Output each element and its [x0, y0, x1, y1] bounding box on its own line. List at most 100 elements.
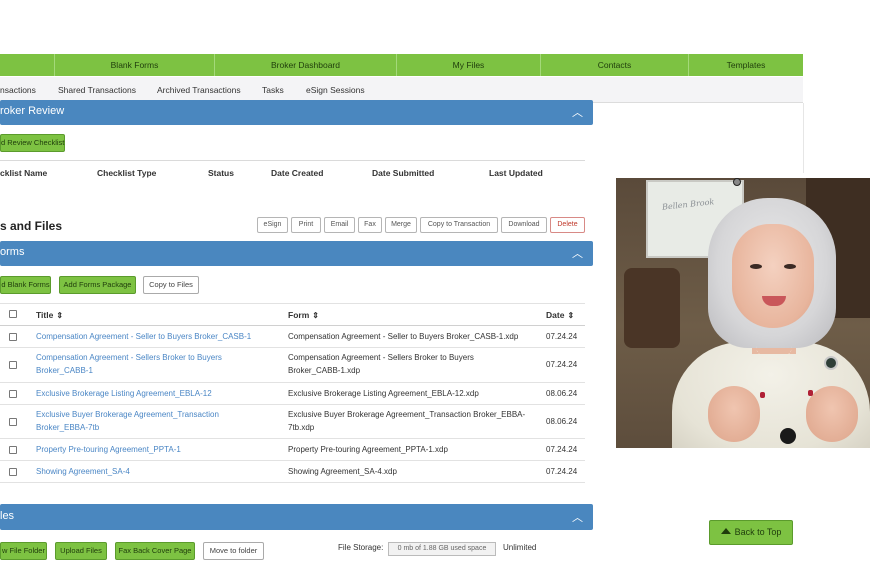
- row-title-link[interactable]: Broker_EBBA-7tb: [36, 421, 99, 434]
- download-button[interactable]: Download: [501, 217, 547, 233]
- row-checkbox[interactable]: [9, 418, 17, 426]
- nav-item-transactions[interactable]: [0, 54, 54, 76]
- divider: [0, 438, 585, 439]
- col-title[interactable]: Title ⇕: [36, 310, 63, 320]
- divider: [0, 460, 585, 461]
- row-title-link[interactable]: Broker_CABB-1: [36, 364, 93, 377]
- sort-icon[interactable]: ⇕: [567, 311, 574, 320]
- broker-review-bar[interactable]: roker Review ︿: [0, 100, 593, 125]
- select-all-checkbox[interactable]: [9, 310, 17, 318]
- add-blank-forms-button[interactable]: d Blank Forms: [0, 276, 51, 294]
- row-title-link[interactable]: Property Pre-touring Agreement_PPTA-1: [36, 443, 181, 456]
- row-form-name: Property Pre-touring Agreement_PPTA-1.xd…: [288, 445, 448, 454]
- row-date: 07.24.24: [546, 445, 578, 454]
- add-forms-package-button[interactable]: Add Forms Package: [59, 276, 136, 294]
- row-date: 07.24.24: [546, 360, 578, 369]
- row-form-name: Broker_CABB-1.xdp: [288, 366, 361, 375]
- divider: [0, 482, 585, 483]
- row-date: 08.06.24: [546, 417, 578, 426]
- top-nav: Blank Forms Broker Dashboard My Files Co…: [0, 54, 803, 76]
- nav-item-templates[interactable]: Templates: [688, 54, 803, 76]
- divider: [0, 382, 585, 383]
- subnav-transactions[interactable]: nsactions: [0, 85, 36, 95]
- files-title: les: [0, 510, 15, 522]
- subnav-shared-transactions[interactable]: Shared Transactions: [58, 85, 136, 95]
- divider: [0, 160, 585, 161]
- copy-to-files-button[interactable]: Copy to Files: [143, 276, 199, 294]
- row-title-link[interactable]: Compensation Agreement - Sellers Broker …: [36, 351, 222, 364]
- col-last-updated: Last Updated: [489, 168, 543, 178]
- back-to-top-label: Back to Top: [734, 527, 782, 537]
- row-form-name: Compensation Agreement - Sellers Broker …: [288, 353, 474, 362]
- new-file-folder-button[interactable]: w File Folder: [0, 542, 47, 560]
- caret-up-icon: [720, 528, 731, 534]
- row-title-link[interactable]: Exclusive Buyer Brokerage Agreement_Tran…: [36, 408, 219, 421]
- chevron-up-icon[interactable]: ︿: [572, 509, 583, 525]
- back-to-top-button[interactable]: Back to Top: [709, 520, 793, 545]
- fax-button[interactable]: Fax: [358, 217, 382, 233]
- row-form-name: Exclusive Brokerage Listing Agreement_EB…: [288, 389, 479, 398]
- left-hand: [708, 386, 760, 442]
- right-hand: [806, 386, 858, 442]
- nav-item-my-files[interactable]: My Files: [396, 54, 540, 76]
- esign-button[interactable]: eSign: [257, 217, 288, 233]
- subnav-archived-transactions[interactable]: Archived Transactions: [157, 85, 241, 95]
- row-date: 08.06.24: [546, 389, 578, 398]
- row-checkbox[interactable]: [9, 361, 17, 369]
- webcam-video: Bellen Brook: [616, 178, 870, 448]
- fingernail: [808, 390, 813, 396]
- col-checklist-type: Checklist Type: [97, 168, 157, 178]
- print-button[interactable]: Print: [291, 217, 321, 233]
- subnav-esign-sessions[interactable]: eSign Sessions: [306, 85, 365, 95]
- row-form-name: 7tb.xdp: [288, 423, 315, 432]
- col-date[interactable]: Date ⇕: [546, 310, 574, 320]
- forms-bar[interactable]: orms ︿: [0, 241, 593, 266]
- forms-title: orms: [0, 246, 25, 258]
- col-form[interactable]: Form ⇕: [288, 310, 319, 320]
- nav-item-contacts[interactable]: Contacts: [540, 54, 688, 76]
- row-checkbox[interactable]: [9, 333, 17, 341]
- file-storage-field: 0 mb of 1.88 GB used space: [388, 542, 496, 556]
- col-date-submitted: Date Submitted: [372, 168, 435, 178]
- row-checkbox[interactable]: [9, 446, 17, 454]
- forms-and-files-heading: s and Files: [0, 219, 63, 233]
- nav-item-blank-forms[interactable]: Blank Forms: [54, 54, 214, 76]
- col-date-created: Date Created: [271, 168, 324, 178]
- fax-back-cover-page-button[interactable]: Fax Back Cover Page: [115, 542, 195, 560]
- whiteboard-text: Bellen Brook: [661, 197, 715, 212]
- add-review-checklist-button[interactable]: d Review Checklist: [0, 134, 65, 152]
- file-storage-label: File Storage:: [338, 543, 384, 552]
- merge-button[interactable]: Merge: [385, 217, 417, 233]
- row-title-link[interactable]: Exclusive Brokerage Listing Agreement_EB…: [36, 387, 212, 400]
- fingernail: [760, 392, 765, 398]
- email-button[interactable]: Email: [324, 217, 355, 233]
- sort-icon[interactable]: ⇕: [312, 311, 319, 320]
- storage-unlimited-label: Unlimited: [503, 543, 537, 552]
- upload-files-button[interactable]: Upload Files: [55, 542, 107, 560]
- chair: [624, 268, 680, 348]
- eye: [784, 264, 796, 269]
- divider: [0, 347, 585, 348]
- nav-item-broker-dashboard[interactable]: Broker Dashboard: [214, 54, 396, 76]
- subnav-tasks[interactable]: Tasks: [262, 85, 284, 95]
- row-checkbox[interactable]: [9, 390, 17, 398]
- row-title-link[interactable]: Compensation Agreement - Seller to Buyer…: [36, 330, 251, 343]
- col-status: Status: [208, 168, 234, 178]
- chevron-up-icon[interactable]: ︿: [572, 245, 583, 261]
- row-title-link[interactable]: Showing Agreement_SA-4: [36, 465, 130, 478]
- row-checkbox[interactable]: [9, 468, 17, 476]
- row-form-name: Compensation Agreement - Seller to Buyer…: [288, 332, 519, 341]
- divider: [0, 303, 585, 304]
- row-form-name: Exclusive Buyer Brokerage Agreement_Tran…: [288, 410, 526, 419]
- eye: [750, 264, 762, 269]
- chevron-up-icon[interactable]: ︿: [572, 104, 583, 120]
- move-to-folder-button[interactable]: Move to folder: [203, 542, 264, 560]
- copy-to-transaction-button[interactable]: Copy to Transaction: [420, 217, 498, 233]
- whiteboard-pin: [733, 178, 741, 186]
- divider: [0, 325, 585, 326]
- files-bar[interactable]: les ︿: [0, 504, 593, 530]
- row-date: 07.24.24: [546, 467, 578, 476]
- sort-icon[interactable]: ⇕: [56, 311, 63, 320]
- delete-button[interactable]: Delete: [550, 217, 585, 233]
- microphone: [780, 428, 796, 444]
